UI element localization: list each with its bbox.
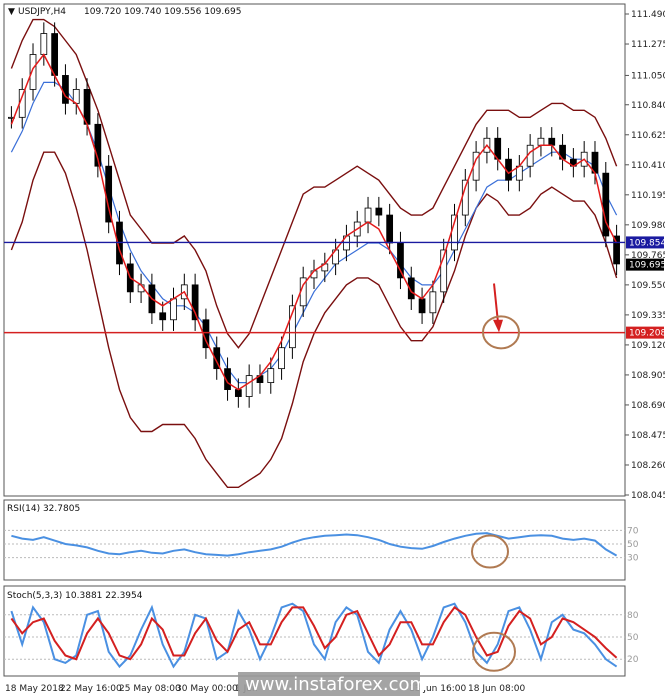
candle-body	[418, 298, 426, 314]
level-tick-label: 30	[627, 554, 639, 564]
candle-body	[537, 137, 545, 146]
price-tick-label: 109.120	[631, 341, 665, 351]
candle-body	[429, 291, 437, 314]
price-tick-label: 109.980	[631, 221, 665, 231]
price-tick-label: 111.490	[631, 10, 665, 20]
candle-body	[375, 207, 383, 216]
level-tick-label: 50	[627, 540, 639, 550]
candle-body	[234, 389, 242, 397]
candle-body	[51, 33, 59, 76]
price-tick-label: 111.050	[631, 71, 665, 81]
candle-body	[40, 33, 48, 55]
price-tick-label: 109.550	[631, 281, 665, 291]
price-tick-label: 108.260	[631, 461, 665, 471]
time-tick-label: 30 May 00:00	[176, 684, 238, 694]
candle-body	[267, 368, 275, 384]
candle-body	[245, 375, 253, 397]
price-tick-label: 108.475	[631, 431, 665, 441]
rsi-title: RSI(14) 32.7805	[7, 504, 80, 514]
candle-body	[548, 137, 556, 146]
time-tick-label: 18 May 2018	[5, 684, 64, 694]
price-tick-label: 110.195	[631, 191, 665, 201]
watermark: www.instaforex.com	[245, 674, 427, 695]
price-tick-label: 108.905	[631, 371, 665, 381]
support-level-label: 109.854	[629, 238, 665, 248]
current-price-label: 109.695	[629, 261, 665, 271]
level-tick-label: 20	[627, 655, 639, 665]
price-tick-label: 108.690	[631, 401, 665, 411]
rsi-panel-frame	[3, 499, 626, 581]
time-tick-label: 22 May 16:00	[60, 684, 122, 694]
candle-body	[278, 347, 285, 370]
time-tick-label: 18 Jun 08:00	[468, 684, 525, 694]
price-tick-label: 111.275	[631, 40, 665, 50]
price-tick-label: 108.045	[631, 491, 665, 501]
price-tick-label: 110.410	[631, 161, 665, 171]
stoch-title: Stoch(5,3,3) 10.3881 22.3954	[7, 591, 143, 601]
candle-body	[397, 242, 404, 279]
candle-body	[170, 298, 177, 321]
time-tick-label: 25 May 08:00	[119, 684, 181, 694]
price-tick-label: 109.335	[631, 311, 665, 321]
symbol-label: USDJPY,H4	[18, 7, 66, 17]
forex-chart: 70 50 30 80 50 20 111.490 111.275 111.050 110.8…	[3, 3, 665, 696]
ohlc-readout: 109.720 109.740 109.556 109.695	[84, 7, 241, 17]
level-tick-label: 50	[627, 633, 639, 643]
level-tick-label: 70	[627, 526, 639, 536]
candle-body	[159, 312, 167, 321]
dropdown-arrow-icon[interactable]: ▼	[8, 7, 15, 17]
price-tick-label: 110.625	[631, 131, 665, 141]
level-tick-label: 80	[627, 611, 639, 621]
price-panel-frame	[3, 3, 626, 497]
price-tick-label: 110.840	[631, 101, 665, 111]
target-level-label: 109.208	[629, 329, 665, 339]
candle-body	[364, 207, 372, 223]
candle-body	[386, 214, 394, 244]
candle-body	[62, 75, 69, 104]
